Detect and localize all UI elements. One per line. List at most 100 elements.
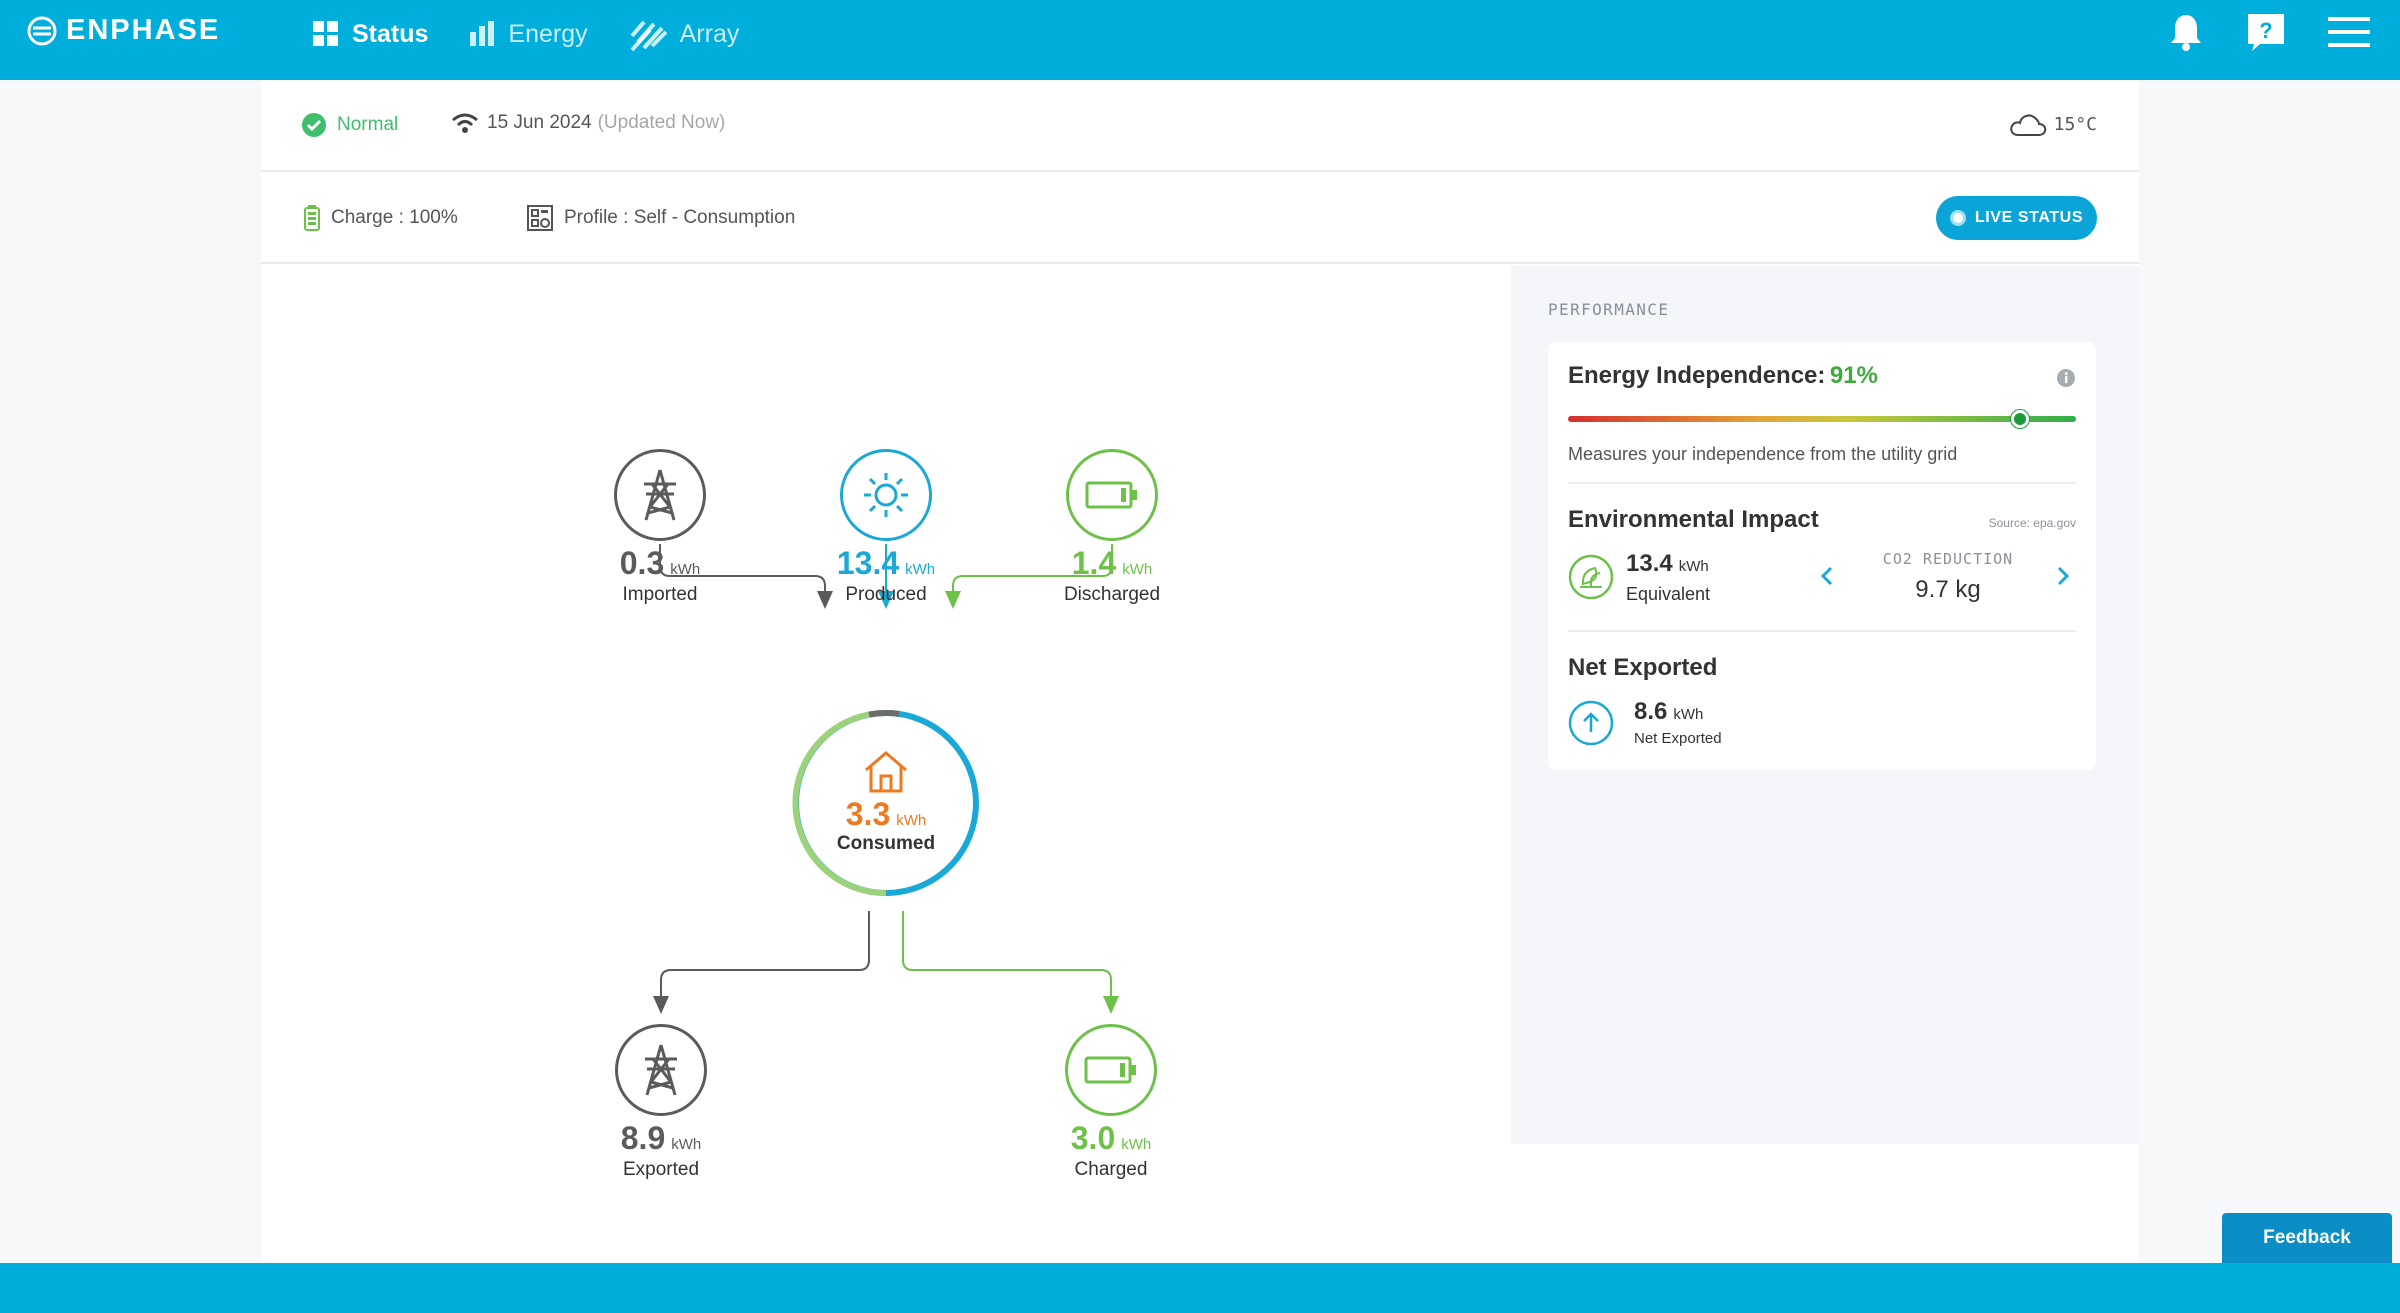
produced-value: 13.4	[836, 545, 900, 581]
exported-unit: kWh	[671, 1136, 702, 1153]
profile-text: Profile : Self - Consumption	[564, 207, 796, 228]
energy-independence-row: Energy Independence: 91%	[1568, 362, 2076, 390]
charged-node: 3.0 kWh Charged	[1011, 1024, 1211, 1181]
solar-array-icon	[630, 20, 668, 52]
energy-independence-value: 91%	[1829, 362, 1878, 389]
cloud-icon	[2009, 114, 2046, 136]
nav-label-energy: Energy	[508, 19, 588, 48]
discharged-value: 1.4	[1071, 545, 1117, 581]
enphase-logo[interactable]: ENPHASE	[26, 14, 220, 47]
consumed-value: 3.3	[845, 796, 891, 832]
performance-title: PERFORMANCE	[1548, 300, 1670, 319]
net-exported-value: 8.6	[1634, 698, 1668, 725]
house-icon	[865, 751, 907, 793]
feedback-button[interactable]: Feedback	[2222, 1213, 2392, 1263]
last-update: 15 Jun 2024 (Updated Now)	[451, 112, 725, 134]
nav-item-energy[interactable]: Energy	[468, 19, 588, 49]
performance-card: Energy Independence: 91% Measures your i…	[1548, 342, 2096, 770]
status-row: Normal 15 Jun 2024 (Updated Now) 15°C	[261, 80, 2139, 172]
profile-icon	[527, 205, 553, 231]
logo-text: ENPHASE	[66, 14, 221, 46]
chevron-left-icon[interactable]	[1820, 566, 1834, 586]
imported-label: Imported	[622, 584, 698, 605]
check-circle-icon	[302, 113, 326, 137]
bar-chart-icon	[470, 21, 495, 46]
menu-icon	[2328, 17, 2370, 47]
help-button[interactable]: ?	[2246, 12, 2286, 52]
top-bar: ENPHASE Status Energy Array ?	[0, 0, 2400, 80]
discharged-unit: kWh	[1122, 561, 1153, 578]
charged-label: Charged	[1074, 1159, 1148, 1180]
bottom-bar	[0, 1263, 2400, 1313]
nav-label-array: Array	[679, 19, 740, 48]
enphase-logo-icon	[27, 16, 57, 45]
divider	[1568, 482, 2076, 484]
divider	[1568, 630, 2076, 632]
environmental-value-row: 13.4 kWh	[1626, 550, 1709, 578]
net-exported-value-row: 8.6 kWh	[1634, 698, 1703, 726]
system-status-text: Normal	[337, 114, 399, 135]
energy-independence-label: Energy Independence:	[1568, 362, 1826, 389]
consumed-value-row: 3.3 kWh	[846, 796, 926, 833]
discharged-label: Discharged	[1063, 584, 1161, 605]
nav-label-status: Status	[352, 19, 429, 48]
energy-independence-description: Measures your independence from the util…	[1568, 444, 1958, 464]
nav-item-array[interactable]: Array	[628, 16, 740, 52]
weather-temperature: 15°C	[2053, 113, 2097, 135]
update-date: 15 Jun 2024	[487, 112, 592, 133]
charged-value: 3.0	[1070, 1120, 1116, 1156]
charged-circle	[1065, 1024, 1157, 1116]
bell-icon	[2171, 15, 2201, 51]
system-status: Normal	[301, 112, 398, 138]
live-status-button[interactable]: LIVE STATUS	[1936, 196, 2097, 240]
net-exported-unit: kWh	[1673, 706, 1704, 723]
exported-label: Exported	[622, 1159, 700, 1180]
energy-independence-bar	[1568, 410, 2076, 428]
flow-connectors	[653, 544, 1119, 1014]
discharged-circle	[1066, 449, 1158, 541]
discharged-node: 1.4 kWh Discharged	[1012, 449, 1212, 606]
environmental-unit: kWh	[1678, 558, 1709, 575]
imported-unit: kWh	[670, 561, 701, 578]
co2-reduction-label: CO2 REDUCTION	[1882, 550, 2014, 568]
produced-unit: kWh	[905, 561, 936, 578]
menu-button[interactable]	[2328, 14, 2370, 50]
exported-connector	[653, 911, 870, 1014]
live-dot-icon	[1949, 210, 1966, 226]
battery-charge: Charge : 100%	[303, 204, 458, 232]
main-nav: Status Energy Array	[312, 16, 779, 52]
imported-value: 0.3	[619, 545, 665, 581]
consumed-label: Consumed	[836, 833, 936, 854]
net-exported-sub: Net Exported	[1634, 730, 1722, 747]
produced-label: Produced	[845, 584, 927, 605]
nav-item-status[interactable]: Status	[312, 20, 428, 49]
produced-value-row: 13.4 kWh	[837, 545, 935, 582]
top-icons: ?	[2126, 12, 2370, 52]
performance-pane: PERFORMANCE Energy Independence: 91% Mea…	[1511, 266, 2139, 1144]
transmission-tower-icon	[645, 1044, 677, 1096]
grid-icon	[313, 21, 338, 46]
weather: 15°C	[2008, 110, 2097, 138]
charged-value-row: 3.0 kWh	[1071, 1120, 1151, 1157]
transmission-tower-icon	[644, 469, 676, 521]
battery-profile[interactable]: Profile : Self - Consumption	[526, 204, 795, 232]
consumed-node: 3.3 kWh Consumed	[791, 750, 981, 855]
chevron-right-icon[interactable]	[2056, 566, 2070, 586]
exported-node: 8.9 kWh Exported	[561, 1024, 761, 1181]
imported-node: 0.3 kWh Imported	[560, 449, 760, 606]
battery-icon	[1084, 1056, 1136, 1084]
discharged-value-row: 1.4 kWh	[1072, 545, 1152, 582]
consumed-unit: kWh	[896, 812, 927, 829]
wifi-icon	[452, 113, 478, 133]
leaf-icon	[1568, 554, 1614, 600]
imported-circle	[614, 449, 706, 541]
produced-circle	[840, 449, 932, 541]
environmental-value: 13.4	[1626, 550, 1673, 577]
notifications-button[interactable]	[2168, 12, 2204, 52]
energy-flow-diagram: 0.3 kWh Imported 13.4 kWh Produced 1.4 k…	[261, 266, 1511, 1180]
info-icon[interactable]	[2056, 368, 2076, 388]
svg-text:?: ?	[2259, 18, 2272, 43]
status-panel: Normal 15 Jun 2024 (Updated Now) 15°C Ch…	[261, 80, 2139, 1263]
exported-circle	[615, 1024, 707, 1116]
info-row: Charge : 100% Profile : Self - Consumpti…	[261, 172, 2139, 264]
